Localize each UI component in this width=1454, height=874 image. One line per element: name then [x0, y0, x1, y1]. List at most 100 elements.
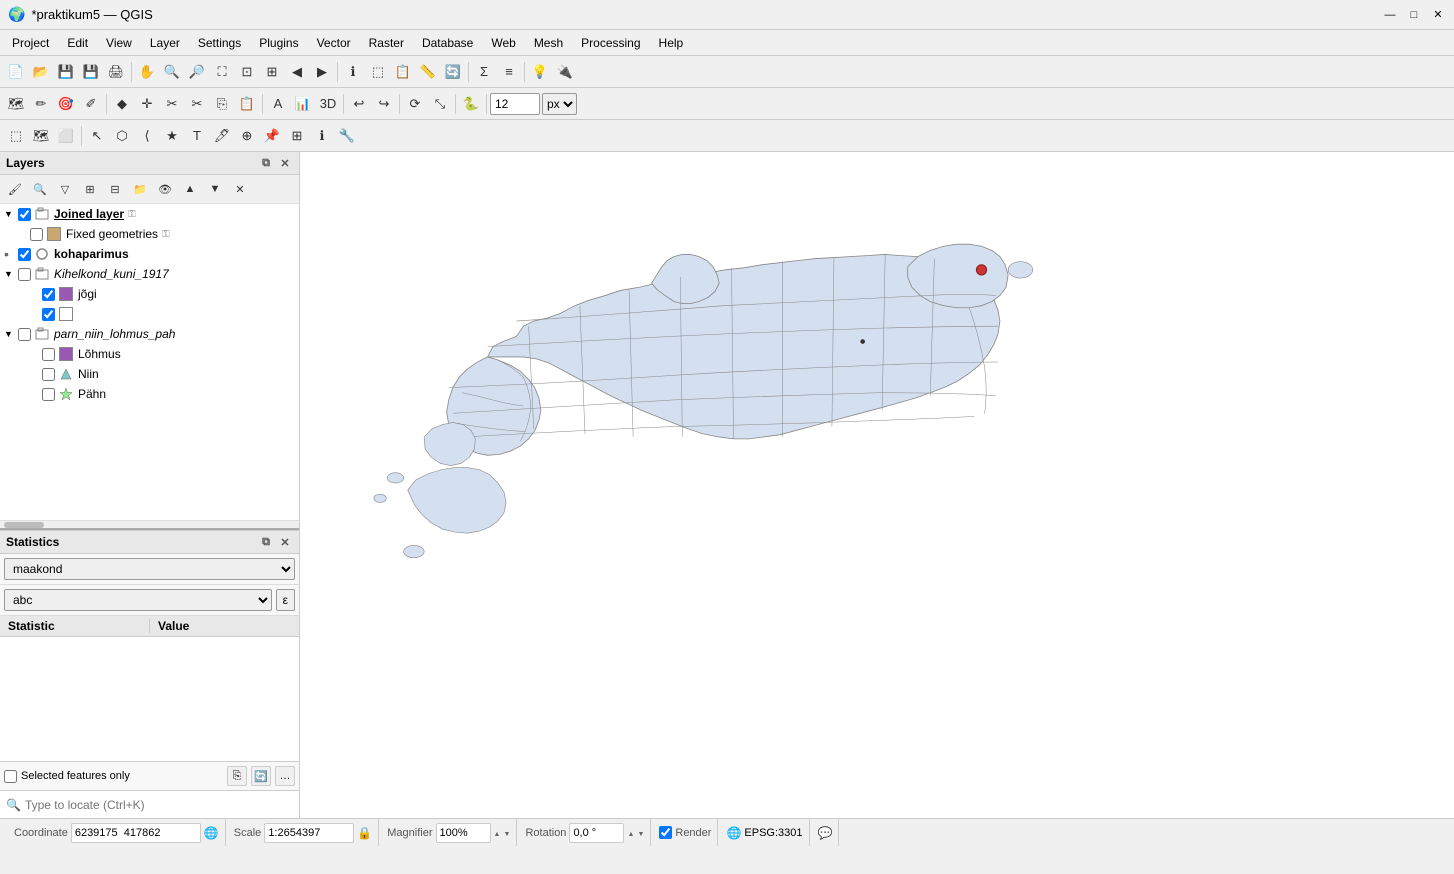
table-btn[interactable]: ≡ [497, 60, 521, 84]
zoom-out-btn[interactable]: 🔎 [185, 60, 209, 84]
remove-layer-btn[interactable]: ✕ [228, 177, 252, 201]
menu-plugins[interactable]: Plugins [251, 34, 306, 52]
list-item[interactable]: jõgi [0, 284, 299, 304]
list-item[interactable]: ▼ Joined layer ⚿ [0, 204, 299, 224]
rotation-up[interactable]: ▲ [627, 831, 634, 838]
zoom-full-btn[interactable]: ⛶ [210, 60, 234, 84]
deselect-btn[interactable]: ⬜ [54, 124, 78, 148]
blank-layer-checkbox[interactable] [42, 308, 55, 321]
paste-feature-btn[interactable]: 📋 [235, 92, 259, 116]
parn-checkbox[interactable] [18, 328, 31, 341]
menu-vector[interactable]: Vector [309, 34, 359, 52]
list-item[interactable]: Lõhmus [0, 344, 299, 364]
niin-checkbox[interactable] [42, 368, 55, 381]
delete-selected-btn[interactable]: ✂ [160, 92, 184, 116]
refresh-stats-btn[interactable]: 🔄 [251, 766, 271, 786]
lohmus-checkbox[interactable] [42, 348, 55, 361]
print-btn[interactable]: 🖨 [104, 60, 128, 84]
scale-input[interactable] [264, 823, 354, 843]
zoom-next-btn[interactable]: ▶ [310, 60, 334, 84]
move-layer-up-btn[interactable]: ▲ [178, 177, 202, 201]
messages-item[interactable]: 💬 [812, 819, 840, 846]
fixed-geometries-checkbox[interactable] [30, 228, 43, 241]
magnifier-up[interactable]: ▲ [494, 831, 501, 838]
rotation-input[interactable] [569, 823, 624, 843]
tips-btn[interactable]: 💡 [528, 60, 552, 84]
epsg-item[interactable]: 🌐 EPSG:3301 [720, 819, 809, 846]
add-group-btn[interactable]: 📁 [128, 177, 152, 201]
zoom-selection-btn[interactable]: ⊡ [235, 60, 259, 84]
menu-web[interactable]: Web [483, 34, 523, 52]
identify-tool-btn[interactable]: ℹ [310, 124, 334, 148]
kihelkond-checkbox[interactable] [18, 268, 31, 281]
copy-feature-btn[interactable]: ⎘ [210, 92, 234, 116]
kohaparimus-checkbox[interactable] [18, 248, 31, 261]
open-attribute-table-btn[interactable]: 📋 [391, 60, 415, 84]
list-item[interactable] [0, 304, 299, 324]
statistical-summary-btn[interactable]: Σ [472, 60, 496, 84]
snap-btn[interactable]: 🎯 [54, 92, 78, 116]
locate-input[interactable] [25, 798, 293, 812]
menu-processing[interactable]: Processing [573, 34, 648, 52]
move-btn[interactable]: ⊕ [235, 124, 259, 148]
zoom-last-btn[interactable]: ◀ [285, 60, 309, 84]
arrow-tool-btn[interactable]: ↖ [85, 124, 109, 148]
map-tips-btn[interactable]: ⊞ [285, 124, 309, 148]
layers-scrollbar-thumb[interactable] [4, 522, 44, 528]
menu-raster[interactable]: Raster [361, 34, 412, 52]
menu-settings[interactable]: Settings [190, 34, 249, 52]
list-item[interactable]: Pähn [0, 384, 299, 404]
pin-btn[interactable]: 📌 [260, 124, 284, 148]
pahn-checkbox[interactable] [42, 388, 55, 401]
magnifier-input[interactable] [436, 823, 491, 843]
layers-scrollbar[interactable] [0, 520, 299, 528]
new-project-btn[interactable]: 📄 [4, 60, 28, 84]
star-tool-btn[interactable]: ★ [160, 124, 184, 148]
maximize-button[interactable]: □ [1406, 7, 1422, 23]
stats-layer-dropdown[interactable]: maakond [4, 558, 295, 580]
move-layer-down-btn[interactable]: ▼ [203, 177, 227, 201]
diagram-btn[interactable]: 📊 [291, 92, 315, 116]
measure-btn[interactable]: 📏 [416, 60, 440, 84]
copy-stats-btn[interactable]: ⎘ [227, 766, 247, 786]
undo-btn[interactable]: ↩ [347, 92, 371, 116]
plugins-btn[interactable]: 🔌 [553, 60, 577, 84]
menu-help[interactable]: Help [651, 34, 692, 52]
magnifier-down[interactable]: ▼ [504, 831, 511, 838]
more-stats-btn[interactable]: … [275, 766, 295, 786]
menu-edit[interactable]: Edit [59, 34, 96, 52]
joined-layer-checkbox[interactable] [18, 208, 31, 221]
manage-map-themes-btn[interactable]: 👁 [153, 177, 177, 201]
refresh-btn[interactable]: 🔄 [441, 60, 465, 84]
label-btn[interactable]: A [266, 92, 290, 116]
title-bar-controls[interactable]: — □ ✕ [1382, 7, 1446, 23]
expand-all-btn[interactable]: ⊞ [78, 177, 102, 201]
node-tool-btn[interactable]: ◆ [110, 92, 134, 116]
jogi-checkbox[interactable] [42, 288, 55, 301]
stats-calculate-btn[interactable]: ε [276, 589, 295, 611]
move-feature-btn[interactable]: ✛ [135, 92, 159, 116]
menu-view[interactable]: View [98, 34, 140, 52]
close-button[interactable]: ✕ [1430, 7, 1446, 23]
text-tool-btn[interactable]: T [185, 124, 209, 148]
layer-filter-btn[interactable]: 🔍 [28, 177, 52, 201]
layers-close-icon[interactable]: ✕ [277, 155, 293, 171]
zoom-in-btn[interactable]: 🔍 [160, 60, 184, 84]
list-item[interactable]: ▼ parn_niin_lohmus_pah [0, 324, 299, 344]
cut-feature-btn[interactable]: ✂ [185, 92, 209, 116]
minimize-button[interactable]: — [1382, 7, 1398, 23]
coordinate-input[interactable] [71, 823, 201, 843]
rotation-down[interactable]: ▼ [637, 831, 644, 838]
layer-btn[interactable]: 🗺 [4, 92, 28, 116]
annot-btn[interactable]: 🖊 [210, 124, 234, 148]
3d-btn[interactable]: 3D [316, 92, 340, 116]
stats-field-dropdown[interactable]: abc [4, 589, 272, 611]
selected-features-only-checkbox[interactable] [4, 770, 17, 783]
digitize-btn[interactable]: ✏ [29, 92, 53, 116]
select-features-btn[interactable]: ⬚ [366, 60, 390, 84]
save-btn[interactable]: 💾 [54, 60, 78, 84]
identify-btn[interactable]: ℹ [341, 60, 365, 84]
rotate-btn[interactable]: ⟳ [403, 92, 427, 116]
menu-layer[interactable]: Layer [142, 34, 188, 52]
pan-btn[interactable]: ✋ [135, 60, 159, 84]
